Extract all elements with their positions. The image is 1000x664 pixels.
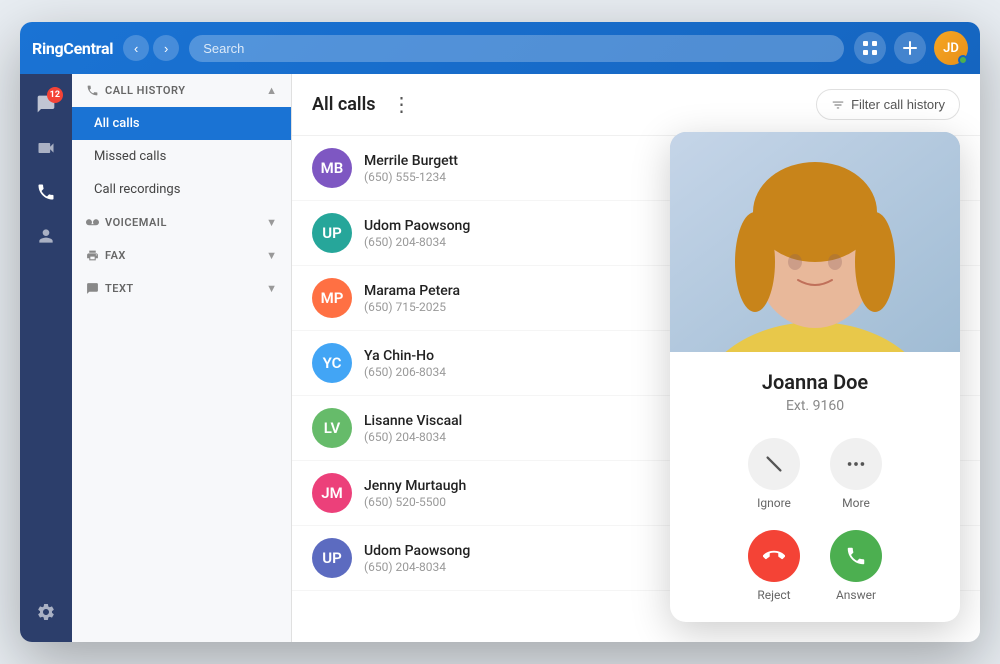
- add-button[interactable]: [894, 32, 926, 64]
- call-history-chevron: ▲: [266, 84, 277, 97]
- caller-photo: [670, 132, 960, 352]
- incoming-info: Joanna Doe Ext. 9160: [670, 352, 960, 426]
- caller-avatar: YC: [312, 343, 352, 383]
- nav-missed-calls[interactable]: Missed calls: [72, 140, 291, 173]
- sidebar-item-phone[interactable]: [26, 172, 66, 212]
- nav-section-voicemail[interactable]: VOICEMAIL ▼: [72, 206, 291, 239]
- filter-button[interactable]: Filter call history: [816, 89, 960, 120]
- nav-section-text[interactable]: TEXT ▼: [72, 272, 291, 305]
- header-nav: ‹ ›: [123, 35, 179, 61]
- ignore-button[interactable]: [748, 438, 800, 490]
- fax-chevron: ▼: [266, 249, 277, 262]
- ignore-action: Ignore: [748, 438, 800, 510]
- page-title: All calls: [312, 94, 376, 115]
- incoming-quick-actions: Ignore More: [670, 426, 960, 522]
- voicemail-label: VOICEMAIL: [86, 216, 167, 229]
- messages-badge: 12: [47, 87, 63, 103]
- nav-call-recordings[interactable]: Call recordings: [72, 173, 291, 206]
- icon-sidebar: 12: [20, 74, 72, 642]
- incoming-call-panel: Joanna Doe Ext. 9160 Ignore More: [670, 132, 960, 622]
- sidebar-item-video[interactable]: [26, 128, 66, 168]
- apps-button[interactable]: [854, 32, 886, 64]
- main-header: All calls ⋮ Filter call history: [292, 74, 980, 136]
- sidebar-item-settings[interactable]: [26, 592, 66, 632]
- caller-avatar: MP: [312, 278, 352, 318]
- nav-all-calls[interactable]: All calls: [72, 107, 291, 140]
- main-more-button[interactable]: ⋮: [388, 88, 416, 121]
- caller-avatar: UP: [312, 538, 352, 578]
- header-actions: JD: [854, 31, 968, 65]
- sidebar-item-messages[interactable]: 12: [26, 84, 66, 124]
- online-indicator: [958, 55, 968, 65]
- user-avatar[interactable]: JD: [934, 31, 968, 65]
- answer-label: Answer: [836, 588, 876, 602]
- text-chevron: ▼: [266, 282, 277, 295]
- reject-action: Reject: [748, 530, 800, 602]
- more-action: More: [830, 438, 882, 510]
- nav-back-button[interactable]: ‹: [123, 35, 149, 61]
- reject-label: Reject: [757, 588, 790, 602]
- caller-avatar: UP: [312, 213, 352, 253]
- answer-action: Answer: [830, 530, 882, 602]
- nav-section-fax[interactable]: FAX ▼: [72, 239, 291, 272]
- filter-label: Filter call history: [851, 97, 945, 112]
- reject-button[interactable]: [748, 530, 800, 582]
- sidebar-item-contacts[interactable]: [26, 216, 66, 256]
- app-window: RingCentral ‹ › JD: [20, 22, 980, 642]
- call-history-label: CALL HISTORY: [86, 84, 186, 97]
- text-label: TEXT: [86, 282, 134, 295]
- nav-forward-button[interactable]: ›: [153, 35, 179, 61]
- nav-panel: CALL HISTORY ▲ All calls Missed calls Ca…: [72, 74, 292, 642]
- nav-section-call-history[interactable]: CALL HISTORY ▲: [72, 74, 291, 107]
- app-logo: RingCentral: [32, 39, 113, 58]
- caller-avatar: MB: [312, 148, 352, 188]
- search-input[interactable]: [189, 35, 844, 62]
- caller-name: Joanna Doe: [690, 370, 940, 394]
- voicemail-chevron: ▼: [266, 216, 277, 229]
- more-options-button[interactable]: [830, 438, 882, 490]
- answer-button[interactable]: [830, 530, 882, 582]
- incoming-call-buttons: Reject Answer: [670, 522, 960, 622]
- caller-avatar: LV: [312, 408, 352, 448]
- caller-avatar: JM: [312, 473, 352, 513]
- caller-extension: Ext. 9160: [690, 398, 940, 414]
- fax-label: FAX: [86, 249, 126, 262]
- more-label: More: [842, 496, 870, 510]
- header: RingCentral ‹ › JD: [20, 22, 980, 74]
- ignore-label: Ignore: [757, 496, 791, 510]
